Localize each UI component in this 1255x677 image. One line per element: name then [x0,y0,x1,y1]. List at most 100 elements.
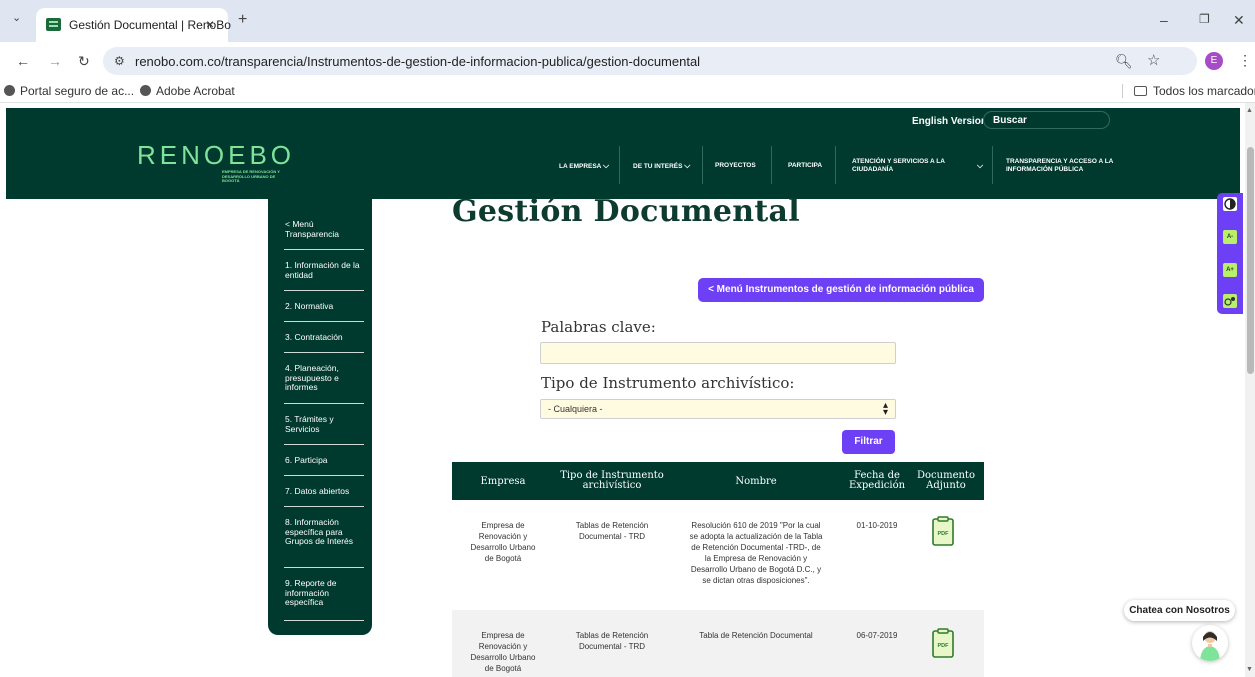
sidebar-item-menu-transparencia[interactable]: < Menú Transparencia [285,219,365,239]
english-version-link[interactable]: English Version [912,116,987,127]
chevron-down-icon[interactable]: ⌵ [977,162,983,170]
back-icon[interactable]: ← [16,54,30,68]
decrease-font-icon[interactable]: A- [1223,230,1237,244]
page-title: Gestión Documental [452,194,800,229]
sidebar-item-reporte[interactable]: 9. Reporte de información específica [285,578,365,608]
increase-font-icon[interactable]: A+ [1223,263,1237,277]
table-row: Empresa de Renovación y Desarrollo Urban… [452,610,984,677]
accessibility-icon[interactable] [1223,294,1237,308]
nav-la-empresa[interactable]: LA EMPRESA ⌵ [559,162,609,171]
minimize-button[interactable]: – [1160,13,1168,27]
select-arrows-icon: ▴ ▾ [882,400,888,418]
tab-search-icon[interactable]: ⌄ [12,13,21,24]
sidebar-divider [284,321,364,322]
sidebar-item-tramites[interactable]: 5. Trámites y Servicios [285,414,365,434]
nav-proyectos[interactable]: PROYECTOS [715,162,756,170]
globe-icon [4,85,15,96]
sidebar-item-contratacion[interactable]: 3. Contratación [285,332,365,343]
search-placeholder: Buscar [993,115,1027,126]
zoom-icon[interactable]: 🔍︎ [1115,54,1133,68]
nav-transparencia[interactable]: TRANSPARENCIA Y ACCESO A LA INFORMACIÓN … [1006,158,1126,174]
pdf-label: PDF [938,643,950,649]
column-header: Fecha de Expedición [848,470,906,491]
sidebar-item-planeacion[interactable]: 4. Planeación, presupuesto e informes [285,363,365,393]
forward-icon[interactable]: → [48,54,62,68]
menu-instrumentos-button[interactable]: < Menú Instrumentos de gestión de inform… [698,278,984,302]
instrument-type-label: Tipo de Instrumento archivístico: [541,374,795,392]
bookmarks-divider [1122,84,1123,98]
sidebar-divider [284,403,364,404]
folder-icon [1134,86,1147,96]
logo-subtitle: EMPRESA DE RENOVACIÓN Y DESARROLLO URBAN… [222,169,280,183]
menu-kebab-icon[interactable]: ⋮ [1238,53,1252,67]
pdf-document-icon[interactable]: PDF [931,516,955,546]
browser-tab[interactable]: Gestión Documental | RenoBo × [36,8,231,42]
bookmark-star-icon[interactable]: ☆ [1147,53,1160,68]
tab-close-icon[interactable]: × [206,16,214,32]
address-bar[interactable]: ⚙ renobo.com.co/transparencia/Instrument… [103,47,1197,75]
all-bookmarks-label: Todos los marcadores [1153,84,1255,98]
filter-button[interactable]: Filtrar [842,430,895,454]
browser-tab-bar: ⌄ Gestión Documental | RenoBo × + – ❐ ✕ [0,0,1255,42]
chat-assistant-avatar[interactable] [1192,625,1228,661]
new-tab-button[interactable]: + [238,12,247,28]
sidebar-item-normativa[interactable]: 2. Normativa [285,301,365,312]
nav-label: ATENCIÓN Y SERVICIOS A LA CIUDADANÍA [852,158,945,173]
nav-divider [992,146,993,184]
site-header: RENOEBO EMPRESA DE RENOVACIÓN Y DESARROL… [6,108,1240,199]
nav-atencion[interactable]: ATENCIÓN Y SERVICIOS A LA CIUDADANÍA [852,158,962,174]
sidebar-divider [284,290,364,291]
cell-fecha: 06-07-2019 [856,631,898,640]
accessibility-toolbar: A- A+ [1217,193,1243,314]
sidebar-item-participa[interactable]: 6. Participa [285,455,365,466]
bookmarks-bar: Portal seguro de ac... Adobe Acrobat Tod… [0,79,1255,103]
pdf-label: PDF [938,531,950,537]
sidebar-item-datos-abiertos[interactable]: 7. Datos abiertos [285,486,365,497]
sidebar-divider [284,444,364,445]
bookmark-item[interactable]: Adobe Acrobat [140,84,235,98]
scroll-up-icon[interactable]: ▲ [1246,107,1253,114]
maximize-button[interactable]: ❐ [1199,13,1210,25]
chat-label[interactable]: Chatea con Nosotros [1124,600,1235,621]
cell-empresa: Empresa de Renovación y Desarrollo Urban… [470,521,536,563]
cell-tipo: Tablas de Retención Documental - TRD [575,521,649,541]
sidebar-divider [284,475,364,476]
chevron-down-icon: ⌵ [602,161,610,170]
reload-icon[interactable]: ↻ [78,54,90,68]
bookmark-label: Adobe Acrobat [156,84,235,98]
page-scrollbar-thumb[interactable] [1247,147,1254,374]
sidebar-divider [284,506,364,507]
table-header: Empresa Tipo de Instrumento archivístico… [452,462,984,500]
keyword-input[interactable] [540,342,896,364]
nav-label: TRANSPARENCIA Y ACCESO A LA INFORMACIÓN … [1006,158,1114,173]
cell-tipo: Tablas de Retención Documental - TRD [575,631,649,651]
column-header: Nombre [735,476,777,487]
sidebar-divider [284,567,364,568]
sidebar-divider [284,352,364,353]
nav-participa[interactable]: PARTICIPA [788,162,822,170]
all-bookmarks[interactable]: Todos los marcadores [1134,84,1255,98]
nav-divider [702,146,703,184]
contrast-icon[interactable] [1223,197,1237,211]
bookmark-label: Portal seguro de ac... [20,84,135,98]
select-value: - Cualquiera - [548,404,603,414]
close-window-button[interactable]: ✕ [1233,13,1245,27]
globe-icon [140,85,151,96]
search-input[interactable]: Buscar [983,111,1110,129]
bookmark-item[interactable]: Portal seguro de ac... [4,84,134,98]
url-text: renobo.com.co/transparencia/Instrumentos… [135,54,701,69]
instrument-type-select[interactable]: - Cualquiera - ▴ ▾ [540,399,896,419]
chevron-down-icon: ⌵ [684,161,691,170]
site-info-icon[interactable]: ⚙ [114,54,125,68]
pdf-document-icon[interactable]: PDF [931,628,955,658]
transparency-sidebar: < Menú Transparencia 1. Información de l… [268,199,372,635]
renobo-logo[interactable]: RENOEBO [137,140,295,171]
scroll-down-icon[interactable]: ▼ [1246,666,1253,673]
sidebar-item-grupos-interes[interactable]: 8. Información específica para Grupos de… [285,517,365,547]
sidebar-item-informacion-entidad[interactable]: 1. Información de la entidad [285,260,365,280]
column-header: Empresa [480,476,526,487]
profile-avatar[interactable]: E [1205,52,1223,70]
nav-divider [771,146,772,184]
column-header: Documento Adjunto [917,470,975,491]
nav-de-tu-interes[interactable]: DE TU INTERÉS ⌵ [633,162,690,171]
